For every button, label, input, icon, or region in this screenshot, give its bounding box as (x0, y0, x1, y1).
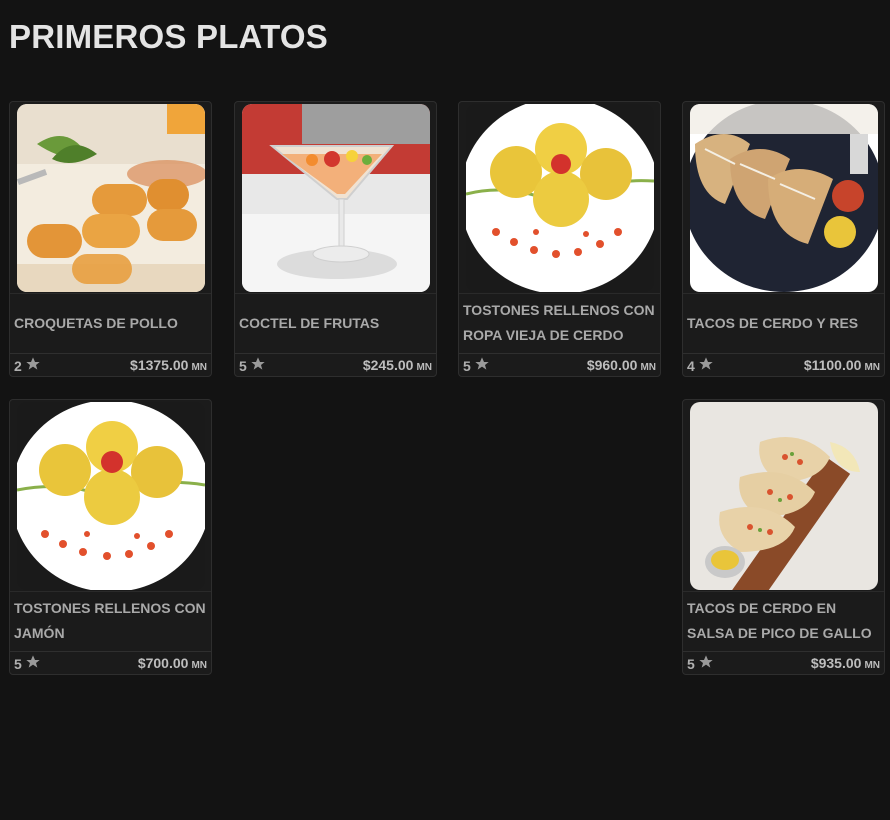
rating-value: 5 (687, 655, 695, 672)
dish-card-croquetas[interactable]: CROQUETAS DE POLLO 2 $1375.00 MN (9, 101, 212, 377)
dish-photo (242, 104, 430, 292)
menu-grid: PRIMEROS PLATOS CROQUETAS DE POLLO 2 $13… (0, 0, 890, 820)
currency-label: MN (416, 361, 432, 373)
dish-price: $960.00 MN (587, 357, 656, 375)
dish-card-tostones-jamon[interactable]: TOSTONES RELLENOS CON JAMÓN 5 $700.00 MN (9, 399, 212, 675)
dish-footer: 5 $935.00 MN (687, 652, 880, 674)
dish-footer: 4 $1100.00 MN (687, 354, 880, 376)
dish-name: TOSTONES RELLENOS CON ROPA VIEJA DE CERD… (463, 302, 655, 343)
currency-label: MN (864, 659, 880, 671)
rating-value: 2 (14, 357, 22, 374)
page-title: PRIMEROS PLATOS (9, 18, 328, 55)
star-icon (474, 356, 490, 375)
price-value: $245.00 (362, 356, 414, 373)
price-value: $1100.00 (803, 356, 862, 373)
dish-name: TOSTONES RELLENOS CON JAMÓN (14, 600, 206, 641)
dish-rating: 5 (687, 654, 714, 673)
dish-rating: 5 (239, 356, 266, 375)
star-icon (25, 654, 41, 673)
dish-rating: 2 (14, 356, 41, 375)
currency-label: MN (640, 361, 656, 373)
dish-price: $700.00 MN (138, 655, 207, 673)
dish-photo (17, 402, 205, 590)
rating-value: 4 (687, 357, 695, 374)
dish-rating: 5 (463, 356, 490, 375)
dish-footer: 5 $960.00 MN (463, 354, 656, 376)
rating-value: 5 (239, 357, 247, 374)
currency-label: MN (864, 361, 880, 373)
star-icon (698, 654, 714, 673)
dish-price: $935.00 MN (811, 655, 880, 673)
currency-label: MN (191, 361, 207, 373)
star-icon (25, 356, 41, 375)
price-value: $960.00 (586, 356, 638, 373)
rating-value: 5 (463, 357, 471, 374)
dish-rating: 5 (14, 654, 41, 673)
dish-price: $1100.00 MN (804, 357, 880, 375)
dish-price: $245.00 MN (363, 357, 432, 375)
dish-name: TACOS DE CERDO Y RES (687, 314, 859, 331)
currency-label: MN (191, 659, 207, 671)
dish-photo (466, 104, 654, 292)
dish-rating: 4 (687, 356, 714, 375)
dish-footer: 5 $700.00 MN (14, 652, 207, 674)
dish-name: TACOS DE CERDO EN SALSA DE PICO DE GALLO (687, 600, 872, 641)
dish-name: COCTEL DE FRUTAS (239, 314, 380, 331)
star-icon (698, 356, 714, 375)
dish-card-tacos-cerdo-res[interactable]: TACOS DE CERDO Y RES 4 $1100.00 MN (682, 101, 885, 377)
dish-photo (17, 104, 205, 292)
dish-name: CROQUETAS DE POLLO (14, 314, 178, 331)
star-icon (250, 356, 266, 375)
dish-photo (690, 402, 878, 590)
price-value: $935.00 (810, 654, 862, 671)
dish-card-coctel[interactable]: COCTEL DE FRUTAS 5 $245.00 MN (234, 101, 437, 377)
dish-price: $1375.00 MN (130, 357, 207, 375)
price-value: $1375.00 (130, 356, 189, 373)
price-value: $700.00 (137, 654, 189, 671)
dish-footer: 2 $1375.00 MN (14, 354, 207, 376)
dish-card-tacos-pico-de-gallo[interactable]: TACOS DE CERDO EN SALSA DE PICO DE GALLO… (682, 399, 885, 675)
dish-footer: 5 $245.00 MN (239, 354, 432, 376)
rating-value: 5 (14, 655, 22, 672)
dish-photo (690, 104, 878, 292)
dish-card-tostones-ropa-vieja[interactable]: TOSTONES RELLENOS CON ROPA VIEJA DE CERD… (458, 101, 661, 377)
